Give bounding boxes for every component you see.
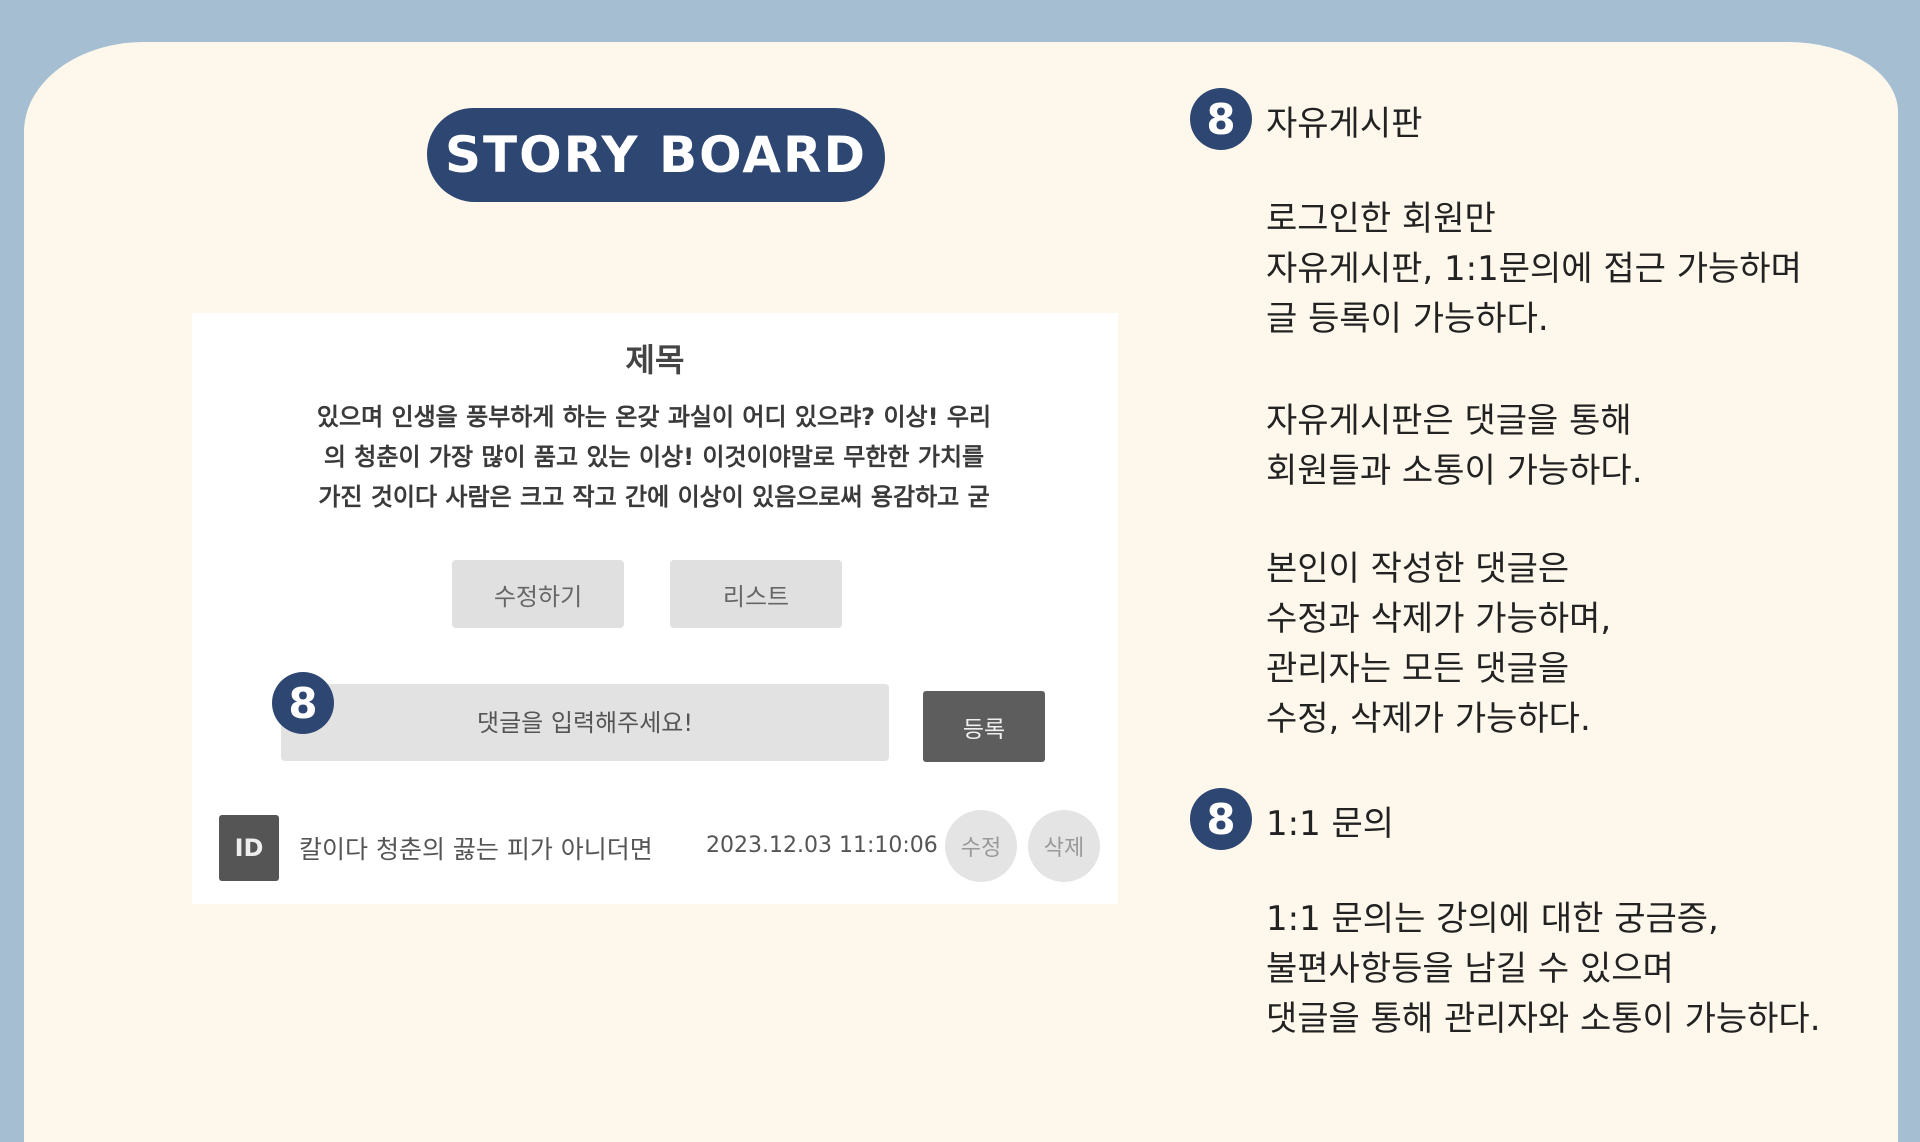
description-line: 로그인한 회원만 — [1266, 199, 1496, 239]
description-line: 댓글을 통해 관리자와 소통이 가능하다. — [1266, 999, 1821, 1039]
description-line: 관리자는 모든 댓글을 — [1266, 649, 1570, 689]
delete-comment-button[interactable]: 삭제 — [1028, 810, 1100, 882]
submit-comment-button[interactable]: 등록 — [923, 691, 1045, 762]
description-line: 자유게시판, 1:1문의에 접근 가능하며 — [1266, 249, 1802, 289]
section-title-inquiry: 1:1 문의 — [1266, 804, 1395, 844]
description-line: 수정, 삭제가 가능하다. — [1266, 699, 1591, 739]
description-paragraph: 1:1 문의는 강의에 대한 궁금증, 불편사항등을 남길 수 있으며 댓글을 … — [1266, 894, 1821, 1044]
description-paragraph: 본인이 작성한 댓글은 수정과 삭제가 가능하며, 관리자는 모든 댓글을 수정… — [1266, 544, 1611, 744]
edit-comment-button[interactable]: 수정 — [945, 810, 1017, 882]
description-line: 1:1 문의는 강의에 대한 궁금증, — [1266, 899, 1719, 939]
post-title: 제목 — [625, 341, 685, 379]
story-board-title: STORY BOARD — [427, 108, 885, 202]
description-paragraph: 자유게시판은 댓글을 통해 회원들과 소통이 가능하다. — [1266, 396, 1643, 496]
description-line: 불편사항등을 남길 수 있으며 — [1266, 949, 1674, 989]
avatar: ID — [219, 815, 279, 881]
description-line: 자유게시판은 댓글을 통해 — [1266, 401, 1632, 441]
comment-input[interactable] — [281, 684, 889, 761]
description-line: 글 등록이 가능하다. — [1266, 299, 1549, 339]
post-body-line: 가진 것이다 사람은 크고 작고 간에 이상이 있음으로써 용감하고 굳 — [318, 483, 990, 511]
comment-text: 칼이다 청춘의 끓는 피가 아니더면 — [299, 835, 653, 864]
section-title-board: 자유게시판 — [1266, 104, 1423, 144]
description-line: 본인이 작성한 댓글은 — [1266, 549, 1570, 589]
section-badge: 8 — [1190, 88, 1252, 150]
section-badge: 8 — [1190, 788, 1252, 850]
post-body-line: 의 청춘이 가장 많이 품고 있는 이상! 이것이야말로 무한한 가치를 — [323, 443, 985, 471]
step-badge: 8 — [272, 672, 334, 734]
edit-post-button[interactable]: 수정하기 — [452, 560, 624, 628]
description-line: 회원들과 소통이 가능하다. — [1266, 451, 1643, 491]
list-button[interactable]: 리스트 — [670, 560, 842, 628]
post-body: 있으며 인생을 풍부하게 하는 온갖 과실이 어디 있으랴? 이상! 우리 의 … — [274, 397, 1034, 517]
description-line: 수정과 삭제가 가능하며, — [1266, 599, 1612, 639]
comment-timestamp: 2023.12.03 11:10:06 — [706, 833, 938, 858]
post-body-line: 있으며 인생을 풍부하게 하는 온갖 과실이 어디 있으랴? 이상! 우리 — [316, 403, 992, 431]
description-paragraph: 로그인한 회원만 자유게시판, 1:1문의에 접근 가능하며 글 등록이 가능하… — [1266, 194, 1802, 344]
post-detail-panel: 제목 있으며 인생을 풍부하게 하는 온갖 과실이 어디 있으랴? 이상! 우리… — [192, 313, 1118, 904]
